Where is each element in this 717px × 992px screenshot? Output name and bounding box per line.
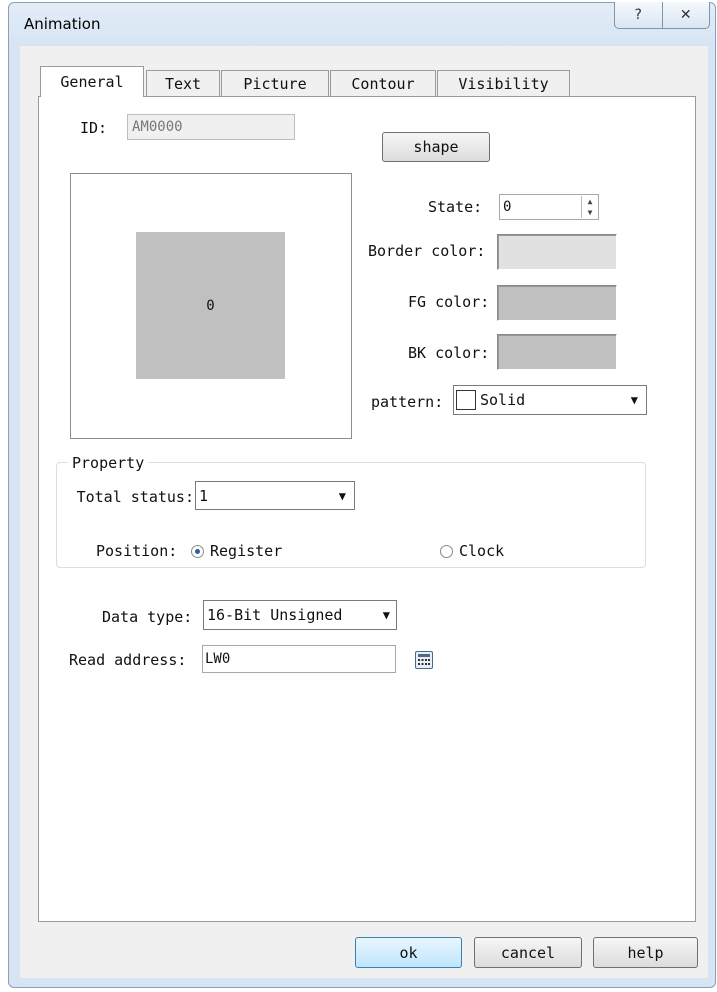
- state-label: State:: [428, 198, 483, 216]
- preview-shape: 0: [136, 232, 285, 379]
- radio-selected-icon[interactable]: [191, 544, 204, 558]
- data-type-value: 16-Bit Unsigned: [207, 606, 343, 624]
- tab-contour[interactable]: Contour: [330, 70, 436, 97]
- total-status-value: 1: [199, 486, 209, 505]
- read-address-input[interactable]: LW0: [202, 645, 396, 673]
- tab-visibility[interactable]: Visibility: [437, 70, 570, 97]
- id-field: AM0000: [127, 114, 295, 140]
- position-label: Position:: [96, 542, 178, 560]
- data-type-dropdown[interactable]: 16-Bit Unsigned ▼: [203, 600, 397, 630]
- help-button[interactable]: help: [593, 937, 698, 968]
- radio-register-label: Register: [210, 542, 283, 560]
- total-status-dropdown[interactable]: 1 ▼: [195, 481, 355, 510]
- preview-state-value: 0: [206, 297, 215, 314]
- tab-label: Contour: [351, 75, 415, 93]
- cancel-button[interactable]: cancel: [474, 937, 582, 968]
- total-status-label-clip: Total status:: [56, 486, 196, 510]
- radio-clock[interactable]: Clock: [440, 542, 504, 560]
- radio-clock-label: Clock: [459, 542, 505, 560]
- total-status-label: Total status:: [76, 488, 194, 506]
- spin-up-icon[interactable]: ▲: [582, 196, 598, 207]
- chevron-down-icon: ▼: [382, 608, 390, 622]
- tab-label: General: [60, 73, 124, 91]
- chevron-down-icon: ▼: [630, 393, 638, 407]
- fg-color-swatch[interactable]: [497, 285, 617, 321]
- pattern-value: Solid: [480, 391, 526, 409]
- caption-buttons: ? ✕: [614, 2, 710, 29]
- data-type-label: Data type:: [102, 608, 193, 626]
- pattern-dropdown[interactable]: Solid ▼: [453, 385, 647, 415]
- id-label: ID:: [80, 119, 108, 137]
- chevron-down-icon: ▼: [338, 488, 346, 503]
- property-group-label: Property: [68, 454, 149, 472]
- pattern-swatch: [456, 390, 476, 410]
- read-address-label: Read address:: [69, 651, 187, 669]
- tab-general[interactable]: General: [40, 66, 144, 97]
- state-spinbox[interactable]: 0 ▲ ▼: [499, 194, 599, 220]
- border-color-swatch[interactable]: [497, 234, 617, 270]
- close-button[interactable]: ✕: [663, 2, 710, 28]
- radio-register[interactable]: Register: [191, 542, 282, 560]
- spin-down-icon[interactable]: ▼: [582, 207, 598, 218]
- tab-label: Text: [164, 75, 202, 93]
- pattern-label: pattern:: [371, 393, 444, 411]
- shape-button[interactable]: shape: [382, 132, 490, 162]
- fg-color-label: FG color:: [408, 293, 490, 311]
- tab-text[interactable]: Text: [146, 70, 220, 97]
- dialog-title: Animation: [24, 15, 101, 33]
- tab-label: Visibility: [458, 75, 549, 93]
- bk-color-label: BK color:: [408, 344, 490, 362]
- bk-color-swatch[interactable]: [497, 334, 617, 370]
- border-color-label: Border color:: [368, 242, 486, 260]
- tab-label: Picture: [243, 75, 307, 93]
- keypad-icon[interactable]: [415, 651, 433, 669]
- spin-buttons[interactable]: ▲ ▼: [581, 196, 598, 218]
- ok-button[interactable]: ok: [355, 937, 462, 968]
- question-icon: ?: [634, 7, 642, 23]
- tab-picture[interactable]: Picture: [221, 70, 329, 97]
- radio-unselected-icon[interactable]: [440, 544, 453, 558]
- help-caption-button[interactable]: ?: [615, 2, 662, 28]
- state-value: 0: [503, 199, 512, 215]
- close-icon: ✕: [679, 7, 692, 23]
